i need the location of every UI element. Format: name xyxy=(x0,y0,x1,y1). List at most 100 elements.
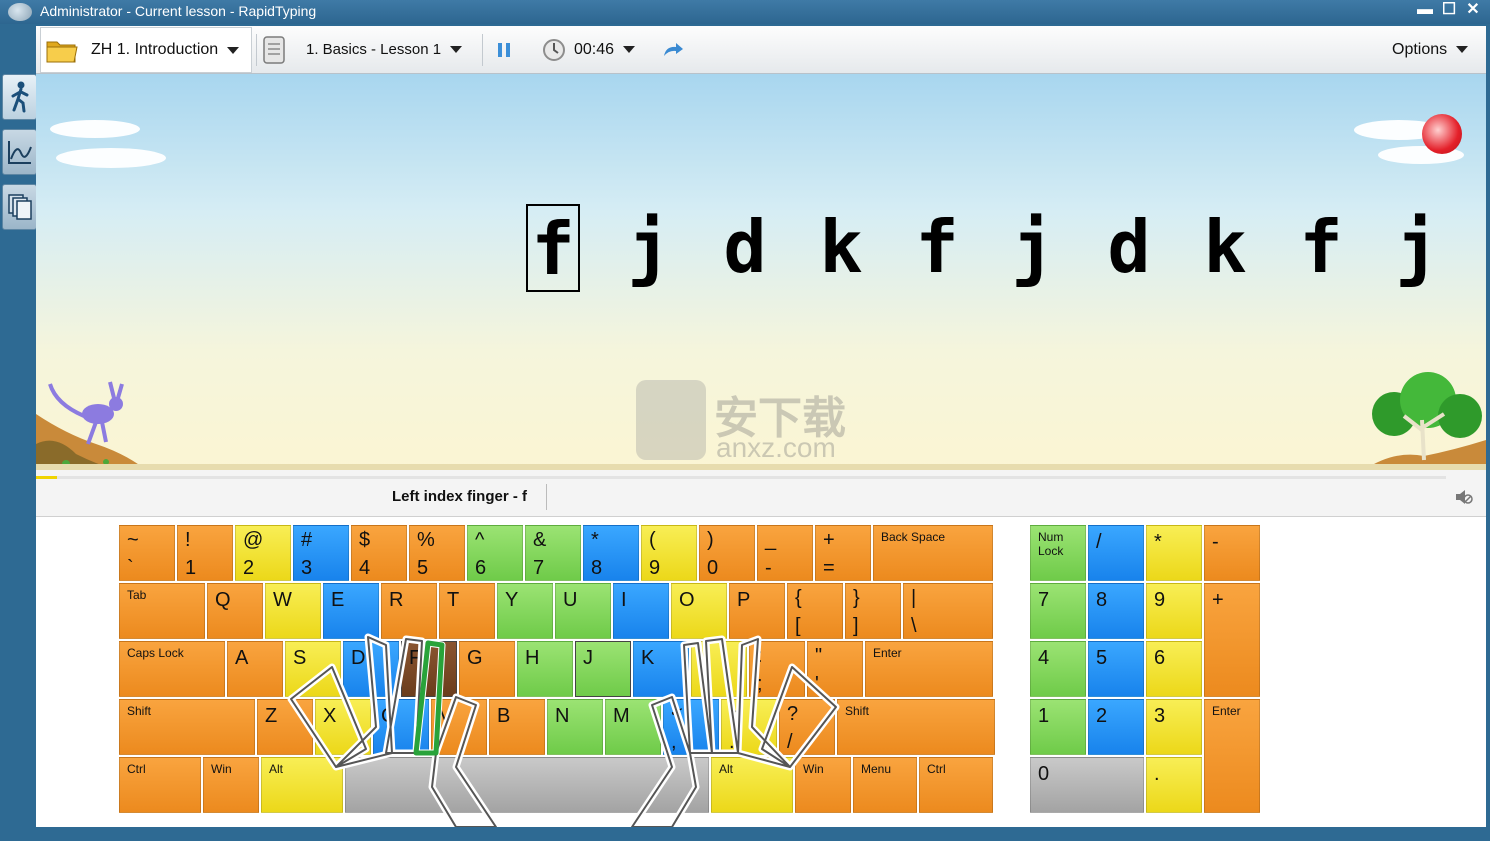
key-symbol[interactable]: <, xyxy=(663,699,719,755)
restart-button[interactable] xyxy=(662,26,688,73)
key-shift[interactable]: Shift xyxy=(837,699,995,755)
numpad-key-4[interactable]: 4 xyxy=(1030,641,1086,697)
key-o[interactable]: O xyxy=(671,583,727,639)
key-ctrl[interactable]: Ctrl xyxy=(119,757,201,813)
numpad-key-1[interactable]: 1 xyxy=(1030,699,1086,755)
numpad-key-numlock[interactable]: Num Lock xyxy=(1030,525,1086,581)
key-5[interactable]: % 5 xyxy=(409,525,465,581)
key-capslock[interactable]: Caps Lock xyxy=(119,641,225,697)
key-f[interactable]: F xyxy=(401,641,457,697)
timer-dropdown[interactable]: 00:46 xyxy=(542,26,642,73)
key-win[interactable]: Win xyxy=(203,757,259,813)
key-z[interactable]: Z xyxy=(257,699,313,755)
numpad-key-symbol[interactable]: . xyxy=(1146,757,1202,813)
key-label: * xyxy=(1154,531,1162,553)
pause-button[interactable] xyxy=(496,26,522,73)
key-e[interactable]: E xyxy=(323,583,379,639)
key-space[interactable] xyxy=(345,757,709,813)
key-base-symbol: - xyxy=(765,557,772,579)
numpad-key-symbol[interactable]: * xyxy=(1146,525,1202,581)
key-3[interactable]: #3 xyxy=(293,525,349,581)
key-ctrl[interactable]: Ctrl xyxy=(919,757,993,813)
key-label: Alt xyxy=(269,762,284,776)
key-symbol[interactable]: | \ xyxy=(903,583,993,639)
key-alt[interactable]: Alt xyxy=(711,757,793,813)
statistics-chart-icon xyxy=(7,141,32,164)
course-dropdown[interactable]: ZH 1. Introduction xyxy=(40,27,252,73)
key-enter[interactable]: Enter xyxy=(865,641,993,697)
numpad-key-symbol[interactable]: + xyxy=(1204,583,1260,697)
key-d[interactable]: D xyxy=(343,641,399,697)
key-shift-symbol: + xyxy=(823,529,835,551)
options-menu[interactable]: Options xyxy=(1392,26,1482,73)
key-a[interactable]: A xyxy=(227,641,283,697)
key-6[interactable]: ^ 6 xyxy=(467,525,523,581)
numpad-key-3[interactable]: 3 xyxy=(1146,699,1202,755)
key-l[interactable]: L xyxy=(691,641,747,697)
key-2[interactable]: @2 xyxy=(235,525,291,581)
numpad-key-7[interactable]: 7 xyxy=(1030,583,1086,639)
numpad-key-6[interactable]: 6 xyxy=(1146,641,1202,697)
sidebar-tab-lesson[interactable] xyxy=(2,74,37,120)
key-b[interactable]: B xyxy=(489,699,545,755)
key-8[interactable]: * 8 xyxy=(583,525,639,581)
close-icon[interactable]: ✕ xyxy=(1462,0,1484,20)
numpad-key-8[interactable]: 8 xyxy=(1088,583,1144,639)
key-k[interactable]: K xyxy=(633,641,689,697)
numpad-key-0[interactable]: 0 xyxy=(1030,757,1144,813)
key-p[interactable]: P xyxy=(729,583,785,639)
key-s[interactable]: S xyxy=(285,641,341,697)
key-symbol[interactable]: }] xyxy=(845,583,901,639)
numpad-key-enter[interactable]: Enter xyxy=(1204,699,1260,813)
key-base-symbol: . xyxy=(729,731,735,753)
key-symbol[interactable]: :; xyxy=(749,641,805,697)
key-win[interactable]: Win xyxy=(795,757,851,813)
numpad-key-5[interactable]: 5 xyxy=(1088,641,1144,697)
key-label: Shift xyxy=(845,704,870,718)
key-shift[interactable]: Shift xyxy=(119,699,255,755)
key-9[interactable]: (9 xyxy=(641,525,697,581)
key-4[interactable]: $4 xyxy=(351,525,407,581)
numpad-key-symbol[interactable]: / xyxy=(1088,525,1144,581)
key-backspace[interactable]: Back Space xyxy=(873,525,993,581)
key-y[interactable]: Y xyxy=(497,583,553,639)
key-symbol[interactable]: ~ ` xyxy=(119,525,175,581)
key-x[interactable]: X xyxy=(315,699,371,755)
numpad-key-symbol[interactable]: - xyxy=(1204,525,1260,581)
key-menu[interactable]: Menu xyxy=(853,757,917,813)
minimize-icon[interactable]: ▬ xyxy=(1414,0,1436,20)
key-symbol[interactable]: ? / xyxy=(779,699,835,755)
lesson-char: j xyxy=(627,205,671,289)
key-symbol[interactable]: >. xyxy=(721,699,777,755)
key-7[interactable]: & 7 xyxy=(525,525,581,581)
key-symbol[interactable]: {[ xyxy=(787,583,843,639)
key-i[interactable]: I xyxy=(613,583,669,639)
key-symbol[interactable]: _ - xyxy=(757,525,813,581)
key-1[interactable]: ! 1 xyxy=(177,525,233,581)
key-u[interactable]: U xyxy=(555,583,611,639)
numpad-key-2[interactable]: 2 xyxy=(1088,699,1144,755)
sound-muted-icon[interactable] xyxy=(1454,488,1474,506)
key-0[interactable]: ) 0 xyxy=(699,525,755,581)
key-symbol[interactable]: + = xyxy=(815,525,871,581)
key-label: N xyxy=(555,705,570,727)
key-j[interactable]: J xyxy=(575,641,631,697)
key-symbol[interactable]: " ' xyxy=(807,641,863,697)
key-c[interactable]: C xyxy=(373,699,429,755)
key-q[interactable]: Q xyxy=(207,583,263,639)
key-n[interactable]: N xyxy=(547,699,603,755)
key-tab[interactable]: Tab xyxy=(119,583,205,639)
numpad-key-9[interactable]: 9 xyxy=(1146,583,1202,639)
key-t[interactable]: T xyxy=(439,583,495,639)
key-w[interactable]: W xyxy=(265,583,321,639)
key-g[interactable]: G xyxy=(459,641,515,697)
key-h[interactable]: H xyxy=(517,641,573,697)
maximize-icon[interactable]: ☐ xyxy=(1438,0,1460,20)
key-m[interactable]: M xyxy=(605,699,661,755)
lesson-dropdown[interactable]: 1. Basics - Lesson 1 xyxy=(262,26,472,73)
key-r[interactable]: R xyxy=(381,583,437,639)
sidebar-tab-lessons[interactable] xyxy=(2,184,37,230)
key-alt[interactable]: Alt xyxy=(261,757,343,813)
sidebar-tab-statistics[interactable] xyxy=(2,129,37,175)
key-v[interactable]: V xyxy=(431,699,487,755)
